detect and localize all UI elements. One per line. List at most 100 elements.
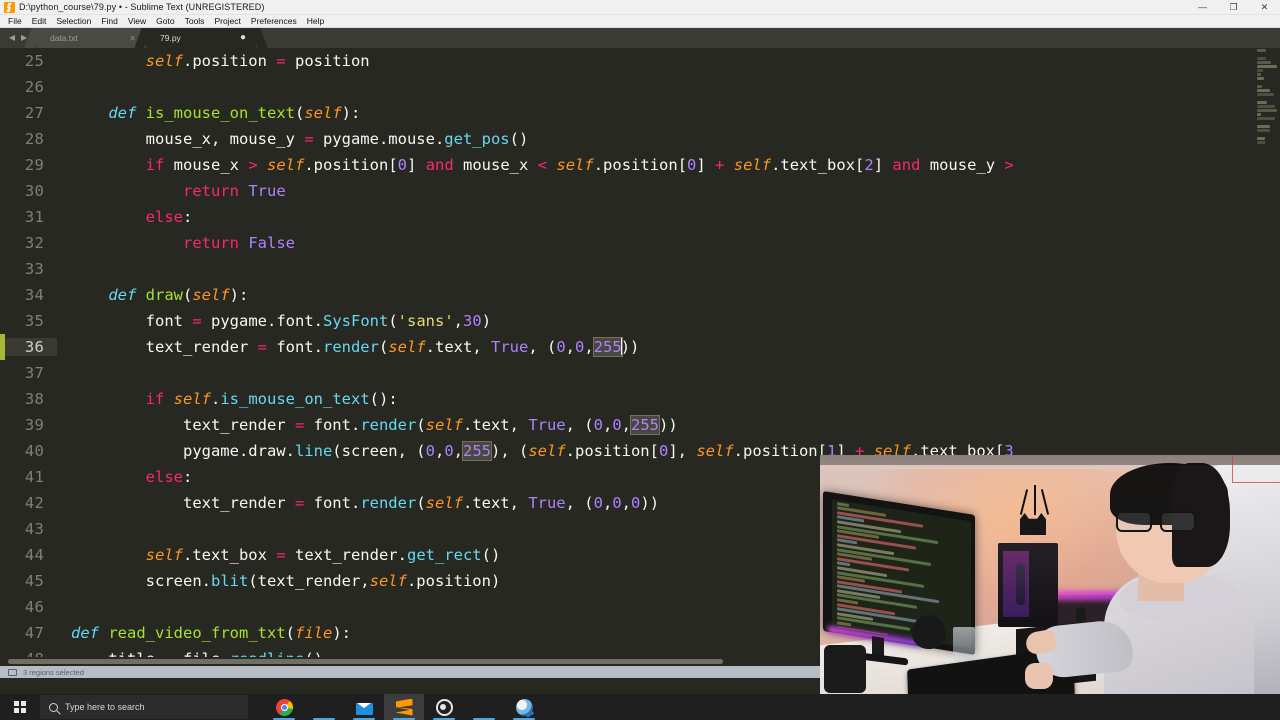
code-line[interactable]: 36 text_render = font.render(self.text, …: [0, 334, 1280, 360]
code-token: 0: [593, 494, 603, 512]
code-line[interactable]: 30 return True: [0, 178, 1280, 204]
minimize-button[interactable]: —: [1187, 0, 1218, 15]
taskbar-button-chrome[interactable]: [264, 694, 304, 720]
line-number: 27: [24, 104, 44, 122]
line-number: 31: [24, 208, 44, 226]
maximize-button[interactable]: ❐: [1218, 0, 1249, 15]
code-line[interactable]: 37: [0, 360, 1280, 386]
taskbar-button-terminal[interactable]: [464, 694, 504, 720]
menu-item-file[interactable]: File: [3, 15, 27, 28]
code-token: 0: [612, 494, 622, 512]
code-token: 'sans': [397, 312, 454, 330]
line-number: 38: [24, 390, 44, 408]
code-token: def: [71, 624, 99, 642]
code-line[interactable]: 27 def is_mouse_on_text(self):: [0, 100, 1280, 126]
code-token: read_video_from_txt: [108, 624, 286, 642]
code-text[interactable]: else:: [71, 208, 193, 226]
code-line[interactable]: 35 font = pygame.font.SysFont('sans',30): [0, 308, 1280, 334]
taskbar-search-input[interactable]: Type here to search: [40, 695, 248, 719]
code-text[interactable]: return False: [71, 234, 295, 252]
mail-icon: [355, 702, 373, 715]
start-button[interactable]: [0, 694, 40, 720]
code-token: pygame.mouse.: [313, 130, 445, 148]
code-text[interactable]: text_render = font.render(self.text, Tru…: [71, 337, 639, 357]
menu-item-selection[interactable]: Selection: [51, 15, 96, 28]
code-token: get_pos: [444, 130, 510, 148]
tab-prev-icon[interactable]: ◀: [9, 34, 15, 42]
tab-79-py[interactable]: 79.py ●: [146, 28, 256, 48]
code-token: mouse_x: [453, 156, 538, 174]
code-token: .position[: [593, 156, 688, 174]
code-token: else: [145, 208, 183, 226]
code-token: (: [378, 338, 389, 356]
code-line[interactable]: 26: [0, 74, 1280, 100]
menu-item-goto[interactable]: Goto: [151, 15, 179, 28]
code-text[interactable]: mouse_x, mouse_y = pygame.mouse.get_pos(…: [71, 130, 529, 148]
code-text[interactable]: self.position = position: [71, 52, 370, 70]
menu-item-find[interactable]: Find: [96, 15, 123, 28]
minimap-line: [1257, 57, 1266, 60]
minimap-line: [1257, 113, 1261, 116]
taskbar-button-sublime-text[interactable]: [384, 694, 424, 720]
code-token: 0: [556, 338, 566, 356]
code-token: if: [145, 390, 165, 408]
minimap-line: [1257, 125, 1270, 128]
menu-item-help[interactable]: Help: [302, 15, 329, 28]
code-text[interactable]: screen.blit(text_render,self.position): [71, 572, 501, 590]
code-token: text_render.: [285, 546, 407, 564]
code-line[interactable]: 32 return False: [0, 230, 1280, 256]
code-line[interactable]: 29 if mouse_x > self.position[0] and mou…: [0, 152, 1280, 178]
menu-item-preferences[interactable]: Preferences: [246, 15, 302, 28]
code-token: 2: [864, 156, 874, 174]
code-token: ]: [407, 156, 426, 174]
code-text[interactable]: text_render = font.render(self.text, Tru…: [71, 494, 659, 512]
tab-close-icon[interactable]: ✕: [111, 34, 136, 43]
code-line[interactable]: 34 def draw(self):: [0, 282, 1280, 308]
taskbar-button-file-explorer[interactable]: [304, 694, 344, 720]
taskbar-button-mail[interactable]: [344, 694, 384, 720]
close-button[interactable]: ✕: [1249, 0, 1280, 15]
code-text[interactable]: self.text_box = text_render.get_rect(): [71, 546, 501, 564]
tab-label: data.txt: [50, 33, 78, 43]
menu-item-edit[interactable]: Edit: [27, 15, 52, 28]
selected-token: 255: [630, 415, 661, 435]
code-text[interactable]: def is_mouse_on_text(self):: [71, 104, 360, 122]
code-text[interactable]: else:: [71, 468, 193, 486]
line-number: 44: [24, 546, 44, 564]
taskbar-button-obs-studio[interactable]: [424, 694, 464, 720]
code-line[interactable]: 31 else:: [0, 204, 1280, 230]
code-token: 0: [612, 416, 622, 434]
minimap-line: [1257, 117, 1275, 120]
code-line[interactable]: 25 self.position = position: [0, 48, 1280, 74]
code-token: ,: [565, 338, 575, 356]
code-text[interactable]: def read_video_from_txt(file):: [71, 624, 351, 642]
code-text[interactable]: if self.is_mouse_on_text():: [71, 390, 398, 408]
taskbar-button-paint[interactable]: [504, 694, 544, 720]
code-token: (: [388, 312, 398, 330]
code-token: and: [425, 156, 454, 174]
code-line[interactable]: 38 if self.is_mouse_on_text():: [0, 386, 1280, 412]
menu-item-tools[interactable]: Tools: [180, 15, 210, 28]
code-token: .text,: [462, 416, 529, 434]
code-text[interactable]: if mouse_x > self.position[0] and mouse_…: [71, 156, 1014, 174]
tab-modified-dot-icon[interactable]: ●: [222, 33, 246, 43]
code-token: (: [416, 494, 426, 512]
code-text[interactable]: font = pygame.font.SysFont('sans',30): [71, 312, 491, 330]
tab-data-txt[interactable]: data.txt ✕: [36, 28, 146, 48]
code-line[interactable]: 28 mouse_x, mouse_y = pygame.mouse.get_p…: [0, 126, 1280, 152]
code-text[interactable]: def draw(self):: [71, 286, 248, 304]
menu-item-project[interactable]: Project: [209, 15, 245, 28]
code-text[interactable]: text_render = font.render(self.text, Tru…: [71, 415, 678, 435]
code-line[interactable]: 33: [0, 256, 1280, 282]
webcam-person-glasses: [1116, 511, 1202, 533]
code-line[interactable]: 39 text_render = font.render(self.text, …: [0, 412, 1280, 438]
code-token: )): [640, 494, 660, 512]
menu-item-view[interactable]: View: [123, 15, 151, 28]
code-text[interactable]: return True: [71, 182, 286, 200]
horizontal-scrollbar-thumb[interactable]: [8, 659, 723, 664]
code-token: font.: [304, 416, 361, 434]
